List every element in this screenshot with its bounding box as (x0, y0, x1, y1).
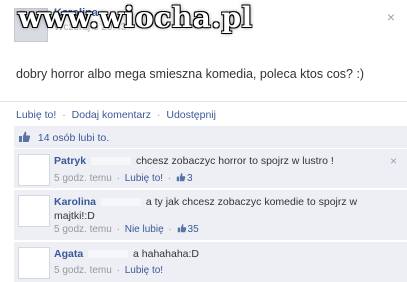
thumbs-up-icon (177, 223, 187, 236)
post-header: Karolina Wczoraj o 20:43 www.wiocha.pl × (0, 0, 407, 52)
commenter-avatar[interactable] (18, 247, 50, 279)
separator: · (62, 109, 66, 121)
comment-timestamp[interactable]: 5 godz. temu (54, 265, 112, 276)
commenter-avatar[interactable] (18, 195, 50, 227)
comment-like-link[interactable]: Lubię to! (125, 173, 163, 184)
divider (0, 101, 407, 102)
separator: · (156, 109, 161, 121)
comment-meta: 5 godz. temu · Nie lubię · 35 (54, 224, 199, 235)
like-link[interactable]: Lubię to! (16, 109, 56, 121)
comment-likes[interactable]: 3 (176, 173, 193, 184)
name-redaction (100, 198, 141, 207)
comment-unlike-link[interactable]: Nie lubię (125, 224, 164, 235)
site-watermark: www.wiocha.pl (18, 1, 253, 34)
commenter-name[interactable]: Agata (54, 248, 83, 260)
comment-item: Agata a hahahaha:D 5 godz. temu · Lubię … (14, 242, 407, 282)
commenter-avatar[interactable] (18, 154, 50, 186)
comment-text: chcesz zobaczyc horror to spojrz w lustr… (135, 155, 334, 167)
close-icon[interactable]: × (387, 9, 395, 25)
comment-likes-count: 35 (187, 224, 199, 235)
comment-like-link[interactable]: Lubię to! (125, 265, 163, 276)
post-status-text: dobry horror albo mega smieszna komedia,… (16, 67, 365, 81)
commenter-name[interactable]: Patryk (54, 155, 86, 167)
thumbs-up-icon (176, 172, 186, 185)
comment-meta: 5 godz. temu · Lubię to! (54, 265, 164, 276)
comment-body: Agata a hahahaha:D (54, 247, 374, 261)
comment-body: Patryk chcesz zobaczyc horror to spojrz … (54, 154, 374, 168)
comment-text: a hahahaha:D (133, 248, 200, 260)
post-actions-bar: Lubię to! · Dodaj komentarz · Udostępnij (16, 109, 216, 121)
comment-body: Karolina a ty jak chcesz zobaczyc komedi… (54, 195, 374, 223)
comment-likes[interactable]: 35 (177, 224, 199, 235)
name-redaction (91, 157, 132, 166)
share-link[interactable]: Udostępnij (166, 109, 216, 121)
comment-item: Patryk chcesz zobaczyc horror to spojrz … (14, 149, 407, 188)
comment-likes-count: 3 (187, 173, 193, 184)
comment-timestamp[interactable]: 5 godz. temu (54, 173, 112, 184)
comment-meta: 5 godz. temu · Lubię to! · 3 (54, 173, 193, 184)
add-comment-link[interactable]: Dodaj komentarz (72, 109, 151, 121)
comment-timestamp[interactable]: 5 godz. temu (54, 224, 112, 235)
comment-item: Karolina a ty jak chcesz zobaczyc komedi… (14, 190, 407, 240)
comment-text: a ty jak chcesz zobaczyc komedie to spoj… (54, 196, 358, 222)
likes-count-link[interactable]: 14 osób lubi to. (38, 132, 109, 144)
close-icon[interactable]: × (390, 154, 397, 168)
name-redaction (88, 250, 129, 259)
commenter-name[interactable]: Karolina (54, 196, 96, 208)
thumbs-up-icon (18, 130, 31, 146)
likes-summary: 14 osób lubi to. (14, 126, 407, 148)
